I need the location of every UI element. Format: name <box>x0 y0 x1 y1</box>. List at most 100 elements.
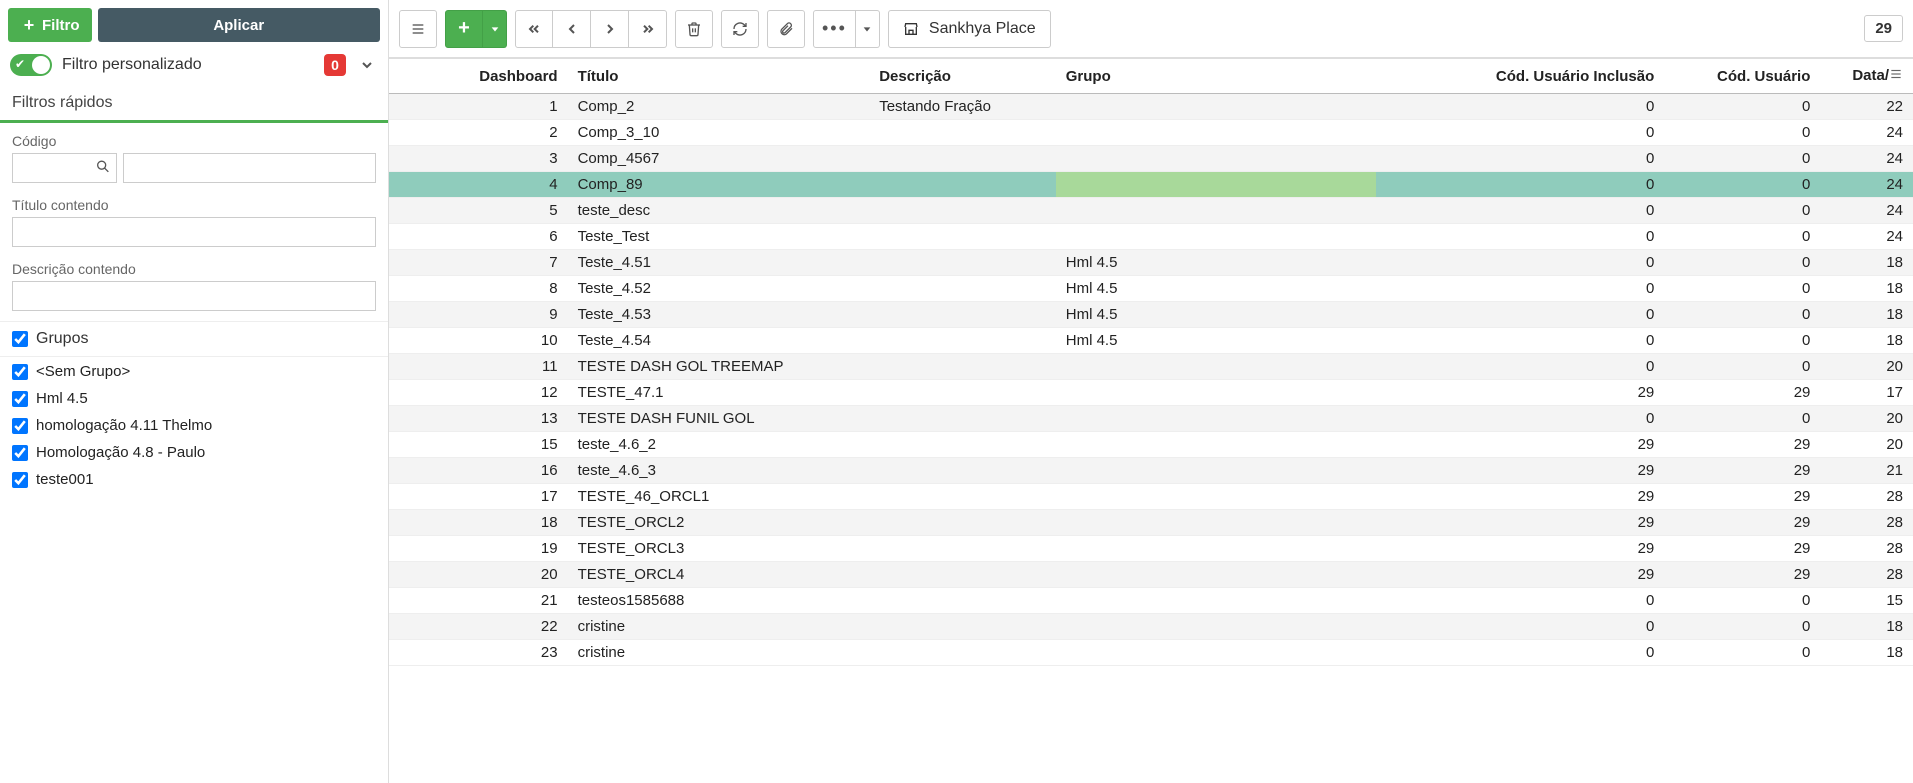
cell-titulo[interactable]: Comp_3_10 <box>568 120 870 146</box>
cell-cod_usuario_inclusao[interactable]: 29 <box>1376 510 1664 536</box>
group-checkbox[interactable] <box>12 418 28 434</box>
sankhya-place-button[interactable]: Sankhya Place <box>888 10 1051 48</box>
cell-grupo[interactable] <box>1056 354 1376 380</box>
cell-cod_usuario_inclusao[interactable]: 29 <box>1376 380 1664 406</box>
table-row[interactable]: 13TESTE DASH FUNIL GOL0020 <box>389 406 1913 432</box>
table-row[interactable]: 15teste_4.6_2292920 <box>389 432 1913 458</box>
cell-descricao[interactable] <box>869 614 1056 640</box>
cell-descricao[interactable] <box>869 224 1056 250</box>
table-row[interactable]: 9Teste_4.53Hml 4.50018 <box>389 302 1913 328</box>
cell-descricao[interactable] <box>869 432 1056 458</box>
group-item[interactable]: teste001 <box>12 471 376 488</box>
cell-grupo[interactable] <box>1056 614 1376 640</box>
cell-titulo[interactable]: TESTE_47.1 <box>568 380 870 406</box>
cell-descricao[interactable] <box>869 484 1056 510</box>
cell-dashboard[interactable]: 22 <box>389 614 568 640</box>
cell-data[interactable]: 24 <box>1820 198 1913 224</box>
cell-data[interactable]: 21 <box>1820 458 1913 484</box>
cell-titulo[interactable]: TESTE DASH FUNIL GOL <box>568 406 870 432</box>
cell-cod_usuario_inclusao[interactable]: 0 <box>1376 146 1664 172</box>
cell-data[interactable]: 20 <box>1820 354 1913 380</box>
cell-titulo[interactable]: Comp_89 <box>568 172 870 198</box>
cell-descricao[interactable] <box>869 380 1056 406</box>
cell-grupo[interactable] <box>1056 120 1376 146</box>
cell-titulo[interactable]: teste_4.6_2 <box>568 432 870 458</box>
cell-data[interactable]: 17 <box>1820 380 1913 406</box>
table-row[interactable]: 1Comp_2Testando Fração0022 <box>389 94 1913 120</box>
cell-cod_usuario[interactable]: 0 <box>1664 588 1820 614</box>
group-checkbox[interactable] <box>12 364 28 380</box>
cell-cod_usuario[interactable]: 29 <box>1664 562 1820 588</box>
cell-grupo[interactable] <box>1056 640 1376 666</box>
more-button[interactable]: ••• <box>813 10 856 48</box>
cell-dashboard[interactable]: 5 <box>389 198 568 224</box>
cell-grupo[interactable] <box>1056 380 1376 406</box>
column-header-grupo[interactable]: Grupo <box>1056 59 1376 94</box>
cell-grupo[interactable]: Hml 4.5 <box>1056 276 1376 302</box>
column-menu-icon[interactable] <box>1889 67 1903 85</box>
cell-titulo[interactable]: cristine <box>568 614 870 640</box>
cell-titulo[interactable]: TESTE_ORCL3 <box>568 536 870 562</box>
add-record-dropdown[interactable] <box>483 10 507 48</box>
cell-cod_usuario_inclusao[interactable]: 0 <box>1376 588 1664 614</box>
cell-grupo[interactable] <box>1056 146 1376 172</box>
cell-dashboard[interactable]: 1 <box>389 94 568 120</box>
cell-data[interactable]: 22 <box>1820 94 1913 120</box>
cell-data[interactable]: 24 <box>1820 224 1913 250</box>
add-filter-button[interactable]: + Filtro <box>8 8 92 42</box>
cell-dashboard[interactable]: 19 <box>389 536 568 562</box>
group-checkbox[interactable] <box>12 445 28 461</box>
cell-data[interactable]: 18 <box>1820 640 1913 666</box>
cell-cod_usuario[interactable]: 0 <box>1664 640 1820 666</box>
cell-cod_usuario[interactable]: 29 <box>1664 380 1820 406</box>
cell-cod_usuario[interactable]: 0 <box>1664 198 1820 224</box>
cell-descricao[interactable] <box>869 588 1056 614</box>
cell-descricao[interactable] <box>869 458 1056 484</box>
cell-cod_usuario[interactable]: 0 <box>1664 328 1820 354</box>
cell-cod_usuario_inclusao[interactable]: 0 <box>1376 224 1664 250</box>
cell-titulo[interactable]: Teste_4.53 <box>568 302 870 328</box>
table-row[interactable]: 22cristine0018 <box>389 614 1913 640</box>
cell-descricao[interactable] <box>869 172 1056 198</box>
group-checkbox[interactable] <box>12 472 28 488</box>
table-row[interactable]: 12TESTE_47.1292917 <box>389 380 1913 406</box>
cell-titulo[interactable]: Comp_4567 <box>568 146 870 172</box>
cell-descricao[interactable] <box>869 640 1056 666</box>
cell-grupo[interactable] <box>1056 198 1376 224</box>
cell-dashboard[interactable]: 20 <box>389 562 568 588</box>
cell-descricao[interactable] <box>869 510 1056 536</box>
cell-titulo[interactable]: Teste_Test <box>568 224 870 250</box>
cell-dashboard[interactable]: 4 <box>389 172 568 198</box>
column-header-titulo[interactable]: Título <box>568 59 870 94</box>
table-row[interactable]: 23cristine0018 <box>389 640 1913 666</box>
cell-dashboard[interactable]: 3 <box>389 146 568 172</box>
cell-cod_usuario_inclusao[interactable]: 0 <box>1376 302 1664 328</box>
custom-filter-toggle[interactable]: ✔ <box>10 54 52 76</box>
table-row[interactable]: 19TESTE_ORCL3292928 <box>389 536 1913 562</box>
cell-grupo[interactable] <box>1056 458 1376 484</box>
column-header-descricao[interactable]: Descrição <box>869 59 1056 94</box>
cell-dashboard[interactable]: 18 <box>389 510 568 536</box>
cell-descricao[interactable] <box>869 250 1056 276</box>
expand-filters-button[interactable] <box>356 54 378 76</box>
cell-cod_usuario[interactable]: 0 <box>1664 94 1820 120</box>
table-row[interactable]: 21testeos15856880015 <box>389 588 1913 614</box>
cell-descricao[interactable] <box>869 302 1056 328</box>
cell-cod_usuario_inclusao[interactable]: 29 <box>1376 562 1664 588</box>
cell-descricao[interactable] <box>869 146 1056 172</box>
cell-data[interactable]: 28 <box>1820 484 1913 510</box>
cell-cod_usuario[interactable]: 29 <box>1664 432 1820 458</box>
table-row[interactable]: 20TESTE_ORCL4292928 <box>389 562 1913 588</box>
column-header-cod_usuario_inclusao[interactable]: Cód. Usuário Inclusão <box>1376 59 1664 94</box>
cell-cod_usuario[interactable]: 29 <box>1664 536 1820 562</box>
apply-button[interactable]: Aplicar <box>98 8 381 42</box>
cell-grupo[interactable] <box>1056 510 1376 536</box>
cell-cod_usuario_inclusao[interactable]: 0 <box>1376 328 1664 354</box>
cell-dashboard[interactable]: 12 <box>389 380 568 406</box>
cell-cod_usuario_inclusao[interactable]: 0 <box>1376 120 1664 146</box>
nav-first-button[interactable] <box>515 10 553 48</box>
nav-prev-button[interactable] <box>553 10 591 48</box>
cell-grupo[interactable] <box>1056 432 1376 458</box>
descricao-input[interactable] <box>12 281 376 311</box>
cell-dashboard[interactable]: 10 <box>389 328 568 354</box>
